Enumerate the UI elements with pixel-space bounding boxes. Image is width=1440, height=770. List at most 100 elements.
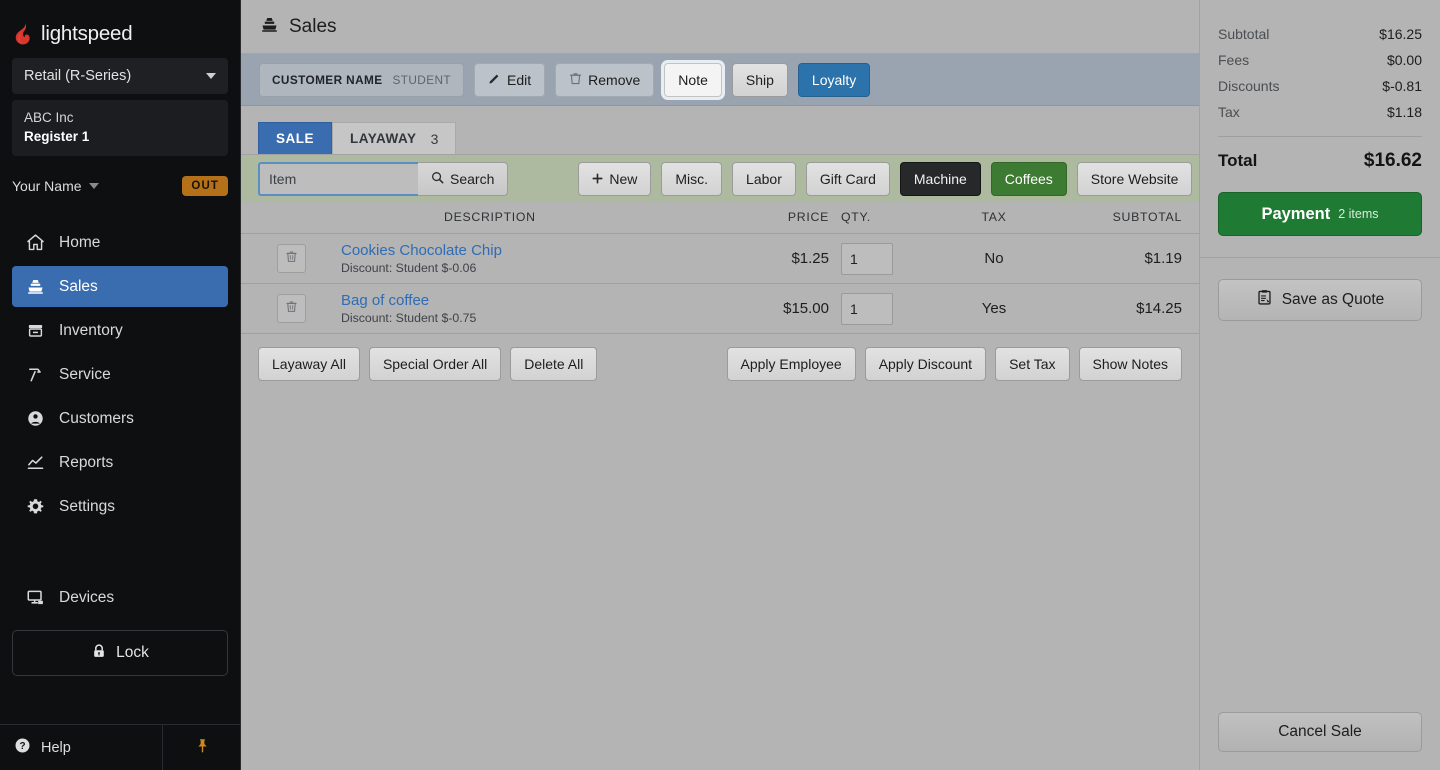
- row-qty-cell: [829, 234, 919, 284]
- sidebar-item-customers[interactable]: Customers: [12, 398, 228, 439]
- sidebar-item-inventory[interactable]: Inventory: [12, 310, 228, 351]
- page-title: Sales: [289, 16, 337, 38]
- apply-discount-button[interactable]: Apply Discount: [865, 347, 986, 381]
- tab-layaway-label: LAYAWAY: [350, 131, 417, 146]
- gear-icon: [26, 497, 45, 516]
- save-as-quote-button[interactable]: Save as Quote: [1218, 279, 1422, 321]
- sidebar-item-label: Reports: [59, 454, 113, 472]
- col-price: PRICE: [719, 202, 829, 234]
- fees-value: $0.00: [1387, 52, 1422, 68]
- item-search-input[interactable]: [258, 162, 418, 196]
- lock-button-label: Lock: [116, 644, 149, 662]
- monitor-icon: [26, 588, 45, 607]
- subtotal-value: $16.25: [1379, 26, 1422, 42]
- home-icon: [26, 233, 45, 252]
- brand-name: lightspeed: [41, 22, 132, 46]
- layaway-all-button[interactable]: Layaway All: [258, 347, 360, 381]
- set-tax-button[interactable]: Set Tax: [995, 347, 1069, 381]
- fees-label: Fees: [1218, 52, 1249, 68]
- edit-customer-button[interactable]: Edit: [474, 63, 545, 97]
- store-type-select[interactable]: Retail (R-Series): [12, 58, 228, 94]
- remove-customer-button[interactable]: Remove: [555, 63, 654, 97]
- tax-value: $1.18: [1387, 104, 1422, 120]
- chart-icon: [26, 453, 45, 472]
- row-tax-cell: Yes: [919, 284, 1069, 334]
- table-row: Bag of coffee Discount: Student $-0.75 $…: [241, 284, 1199, 334]
- totals-list: Subtotal $16.25 Fees $0.00 Discounts $-0…: [1200, 0, 1440, 172]
- pin-sidebar-button[interactable]: [163, 725, 241, 770]
- hammer-icon: [26, 365, 45, 384]
- coffees-button[interactable]: Coffees: [991, 162, 1067, 196]
- cancel-sale-button[interactable]: Cancel Sale: [1218, 712, 1422, 752]
- subtotal-label: Subtotal: [1218, 26, 1269, 42]
- cancel-section: Cancel Sale: [1200, 712, 1440, 770]
- sidebar-item-label: Sales: [59, 278, 98, 296]
- line-item-name[interactable]: Bag of coffee: [341, 291, 429, 310]
- pencil-icon: [488, 72, 501, 88]
- tab-sale[interactable]: SALE: [258, 122, 332, 154]
- line-item-qty-input[interactable]: [841, 293, 893, 325]
- machine-button[interactable]: Machine: [900, 162, 981, 196]
- sidebar-item-label: Service: [59, 366, 111, 384]
- line-item-qty-input[interactable]: [841, 243, 893, 275]
- store-website-button[interactable]: Store Website: [1077, 162, 1193, 196]
- delete-line-button[interactable]: [277, 294, 306, 323]
- customer-name-chip[interactable]: CUSTOMER NAME STUDENT: [259, 63, 464, 97]
- discounts-value: $-0.81: [1382, 78, 1422, 94]
- new-item-label: New: [609, 171, 637, 187]
- edit-customer-label: Edit: [507, 72, 531, 88]
- layaway-all-label: Layaway All: [272, 356, 346, 372]
- customer-toolbar: CUSTOMER NAME STUDENT Edit Remove: [241, 54, 1199, 106]
- apply-discount-label: Apply Discount: [879, 356, 972, 372]
- search-button[interactable]: Search: [418, 162, 508, 196]
- show-notes-button[interactable]: Show Notes: [1079, 347, 1182, 381]
- lock-icon: [91, 643, 107, 664]
- line-item-subtotal: $14.25: [1136, 300, 1182, 317]
- row-price-cell: $1.25: [719, 234, 829, 284]
- tab-sale-label: SALE: [276, 131, 314, 146]
- payment-label: Payment: [1261, 205, 1330, 224]
- line-item-name[interactable]: Cookies Chocolate Chip: [341, 241, 502, 260]
- delete-line-button[interactable]: [277, 244, 306, 273]
- customer-name-value: STUDENT: [393, 73, 452, 87]
- row-description-cell: Bag of coffee Discount: Student $-0.75: [341, 284, 719, 334]
- clock-status-badge[interactable]: OUT: [182, 176, 228, 196]
- sidebar-item-label: Settings: [59, 498, 115, 516]
- sidebar-footer: ? Help: [0, 724, 241, 770]
- svg-text:?: ?: [19, 741, 25, 752]
- new-item-button[interactable]: New: [578, 162, 651, 196]
- ship-button[interactable]: Ship: [732, 63, 788, 97]
- sidebar: lightspeed Retail (R-Series) ABC Inc Reg…: [0, 0, 241, 770]
- sidebar-item-service[interactable]: Service: [12, 354, 228, 395]
- gift-card-button[interactable]: Gift Card: [806, 162, 890, 196]
- totals-row-discounts: Discounts $-0.81: [1218, 73, 1422, 99]
- sidebar-item-sales[interactable]: Sales: [12, 266, 228, 307]
- sale-sheet: DESCRIPTION PRICE QTY. TAX SUBTOTAL: [241, 202, 1199, 770]
- help-button[interactable]: ? Help: [0, 725, 163, 770]
- tax-label: Tax: [1218, 104, 1240, 120]
- sidebar-item-devices[interactable]: Devices: [12, 577, 228, 618]
- note-button[interactable]: Note: [664, 63, 722, 97]
- misc-button[interactable]: Misc.: [661, 162, 722, 196]
- sidebar-item-reports[interactable]: Reports: [12, 442, 228, 483]
- special-order-all-button[interactable]: Special Order All: [369, 347, 501, 381]
- line-actions-bar: Layaway All Special Order All Delete All…: [241, 334, 1199, 381]
- apply-employee-button[interactable]: Apply Employee: [727, 347, 856, 381]
- payment-button[interactable]: Payment 2 items: [1218, 192, 1422, 236]
- sidebar-item-home[interactable]: Home: [12, 222, 228, 263]
- loyalty-button[interactable]: Loyalty: [798, 63, 870, 97]
- delete-all-label: Delete All: [524, 356, 583, 372]
- totals-row-tax: Tax $1.18: [1218, 99, 1422, 125]
- delete-all-button[interactable]: Delete All: [510, 347, 597, 381]
- total-label: Total: [1218, 151, 1257, 171]
- sidebar-item-settings[interactable]: Settings: [12, 486, 228, 527]
- lock-button[interactable]: Lock: [12, 630, 228, 676]
- pushpin-icon: [194, 737, 211, 759]
- user-row[interactable]: Your Name OUT: [0, 156, 240, 202]
- tab-layaway[interactable]: LAYAWAY 3: [332, 122, 456, 154]
- labor-button[interactable]: Labor: [732, 162, 796, 196]
- search-button-label: Search: [450, 171, 494, 187]
- sidebar-nav: Home Sales: [0, 222, 240, 618]
- special-order-all-label: Special Order All: [383, 356, 487, 372]
- table-row: Cookies Chocolate Chip Discount: Student…: [241, 234, 1199, 284]
